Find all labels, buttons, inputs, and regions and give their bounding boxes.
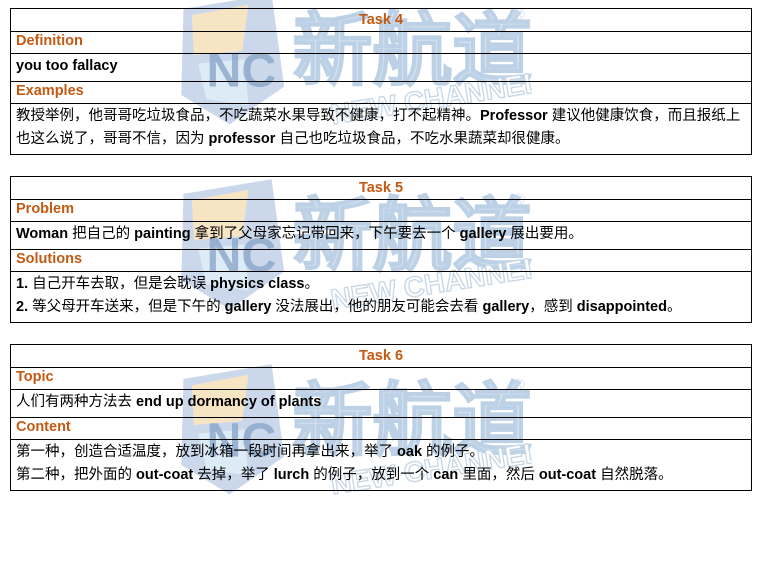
task-body-line: you too fallacy <box>16 55 746 78</box>
cjk-text-run: 把自己的 <box>68 226 135 242</box>
cjk-text-run: 的例子。 <box>422 444 485 460</box>
task-body-row: 第一种，创造合适温度，放到冰箱一段时间再拿出来，举了 oak 的例子。 第二种，把… <box>10 439 752 491</box>
cjk-text-run: 去掉，举了 <box>193 467 274 483</box>
task-body-row: Woman 把自己的 painting 拿到了父母家忘记带回来，下午要去一个 g… <box>10 221 752 250</box>
latin-text-run: can <box>433 467 459 483</box>
task-body-line: 1. 自己开车去取，但是会耽误 physics class。 <box>16 273 746 296</box>
latin-text-run: out-coat <box>136 467 194 483</box>
cjk-text-run: 等父母开车送来，但是下午的 <box>28 299 225 315</box>
task-title: Task 4 <box>10 8 752 32</box>
task-body-line: 2. 等父母开车送来，但是下午的 gallery 没法展出，他的朋友可能会去看 … <box>16 296 746 319</box>
cjk-text-run: 。 <box>304 276 319 292</box>
task-body-row: 1. 自己开车去取，但是会耽误 physics class。 2. 等父母开车送来… <box>10 271 752 323</box>
latin-text-run: oak <box>397 444 423 460</box>
cjk-text-run: 拿到了父母家忘记带回来，下午要去一个 <box>190 226 460 242</box>
task-section-body: 教授举例，他哥哥吃垃圾食品，不吃蔬菜水果导致不健康，打不起精神。Professo… <box>10 103 752 155</box>
task-section-label: Content <box>10 417 752 440</box>
cjk-text-run: 教授举例，他哥哥吃垃圾食品，不吃蔬菜水果导致不健康，打不起精神。 <box>16 108 480 124</box>
task-title: Task 6 <box>10 344 752 368</box>
cjk-text-run: 展出要用。 <box>506 226 583 242</box>
task-table: Task 4 Definition you too fallacy Examples 教… <box>10 8 752 155</box>
latin-text-run: painting <box>134 226 191 242</box>
task-label-row: Content <box>10 417 752 440</box>
latin-text-run: professor <box>208 131 276 147</box>
cjk-text-run: 第二种，把外面的 <box>16 467 137 483</box>
cjk-text-run: 的例子，放到一个 <box>309 467 434 483</box>
latin-text-run: gallery <box>459 226 507 242</box>
task-section-body: Woman 把自己的 painting 拿到了父母家忘记带回来，下午要去一个 g… <box>10 221 752 250</box>
task-section-body: you too fallacy <box>10 53 752 82</box>
task-title: Task 5 <box>10 176 752 200</box>
latin-text-run: lurch <box>273 467 310 483</box>
latin-text-run: out-coat <box>538 467 597 483</box>
latin-text-run: 2. <box>16 299 29 315</box>
task-section-body: 1. 自己开车去取，但是会耽误 physics class。 2. 等父母开车送来… <box>10 271 752 323</box>
latin-text-run: end up dormancy of plants <box>136 394 322 410</box>
task-label-row: Topic <box>10 367 752 390</box>
task-section-label: Examples <box>10 81 752 104</box>
task-title-row: Task 5 <box>10 176 752 200</box>
latin-text-run: you too fallacy <box>16 58 118 74</box>
latin-text-run: physics class <box>210 276 305 292</box>
task-label-row: Solutions <box>10 249 752 272</box>
task-table: Task 6 Topic 人们有两种方法去 end up dormancy of p… <box>10 344 752 491</box>
task-table: Task 5 Problem Woman 把自己的 painting 拿到了父母家忘… <box>10 176 752 323</box>
task-body-row: 教授举例，他哥哥吃垃圾食品，不吃蔬菜水果导致不健康，打不起精神。Professo… <box>10 103 752 155</box>
cjk-text-run: 。 <box>666 299 682 315</box>
task-section-label: Definition <box>10 31 752 54</box>
cjk-text-run: 自然脱落。 <box>596 467 673 483</box>
task-body-line: 第二种，把外面的 out-coat 去掉，举了 lurch 的例子，放到一个 c… <box>16 464 746 487</box>
task-section-label: Solutions <box>10 249 752 272</box>
task-body-row: you too fallacy <box>10 53 752 82</box>
task-label-row: Examples <box>10 81 752 104</box>
latin-text-run: gallery <box>482 299 530 315</box>
task-label-row: Definition <box>10 31 752 54</box>
cjk-text-run: ，感到 <box>529 299 577 315</box>
task-label-row: Problem <box>10 199 752 222</box>
latin-text-run: 1. <box>16 276 29 292</box>
task-title-row: Task 4 <box>10 8 752 32</box>
task-title-row: Task 6 <box>10 344 752 368</box>
document-page: Task 4 Definition you too fallacy Examples 教… <box>0 0 762 491</box>
cjk-text-run: 人们有两种方法去 <box>16 394 137 410</box>
cjk-text-run: 自己也吃垃圾食品，不吃水果蔬菜却很健康。 <box>275 131 570 147</box>
task-section-body: 第一种，创造合适温度，放到冰箱一段时间再拿出来，举了 oak 的例子。 第二种，把… <box>10 439 752 491</box>
task-body-row: 人们有两种方法去 end up dormancy of plants <box>10 389 752 418</box>
latin-text-run: Woman <box>16 226 69 242</box>
task-body-line: 教授举例，他哥哥吃垃圾食品，不吃蔬菜水果导致不健康，打不起精神。Professo… <box>16 105 746 151</box>
cjk-text-run: 自己开车去取，但是会耽误 <box>28 276 211 292</box>
latin-text-run: Professor <box>480 108 548 124</box>
cjk-text-run: 第一种，创造合适温度，放到冰箱一段时间再拿出来，举了 <box>16 444 398 460</box>
latin-text-run: gallery <box>224 299 272 315</box>
latin-text-run: disappointed <box>576 299 667 315</box>
task-section-label: Problem <box>10 199 752 222</box>
cjk-text-run: 没法展出，他的朋友可能会去看 <box>271 299 483 315</box>
task-body-line: 人们有两种方法去 end up dormancy of plants <box>16 391 746 414</box>
task-section-label: Topic <box>10 367 752 390</box>
cjk-text-run: 里面，然后 <box>458 467 539 483</box>
task-body-line: 第一种，创造合适温度，放到冰箱一段时间再拿出来，举了 oak 的例子。 <box>16 441 746 464</box>
task-section-body: 人们有两种方法去 end up dormancy of plants <box>10 389 752 418</box>
task-body-line: Woman 把自己的 painting 拿到了父母家忘记带回来，下午要去一个 g… <box>16 223 746 246</box>
